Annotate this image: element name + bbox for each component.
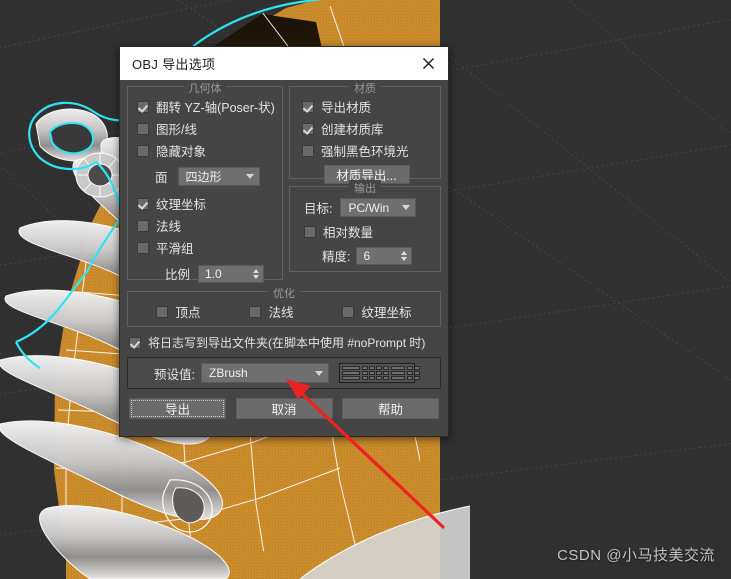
shapes-lines-label: 图形/线 bbox=[156, 123, 197, 137]
precision-row: 精度: 6 bbox=[322, 246, 431, 265]
optimize-group-legend: 优化 bbox=[268, 285, 300, 301]
scale-value: 1.0 bbox=[205, 266, 222, 281]
flip-yz-axis-checkbox[interactable] bbox=[137, 100, 149, 113]
export-button[interactable]: 导出 bbox=[129, 398, 226, 419]
output-group-legend: 输出 bbox=[349, 180, 381, 196]
force-black-ambient-row[interactable]: 强制黑色环境光 bbox=[302, 141, 431, 160]
shapes-lines-checkbox[interactable] bbox=[137, 122, 149, 135]
export-material-checkbox[interactable] bbox=[302, 100, 314, 113]
dialog-title: OBJ 导出选项 bbox=[132, 57, 216, 72]
target-dropdown-value: PC/Win bbox=[348, 200, 390, 215]
faces-dropdown[interactable]: 四边形 bbox=[177, 167, 260, 186]
grid-icon-col-small-a bbox=[361, 366, 389, 380]
texture-coords-label: 纹理坐标 bbox=[156, 198, 207, 212]
dialog-button-row: 导出 取消 帮助 bbox=[127, 398, 441, 419]
faces-dropdown-value: 四边形 bbox=[185, 170, 222, 184]
relative-amount-row[interactable]: 相对数量 bbox=[304, 222, 431, 241]
obj-export-options-dialog: OBJ 导出选项 几何体 翻转 YZ-轴(Poser-状) 图形/线 隐藏对象 … bbox=[119, 46, 449, 437]
precision-label: 精度: bbox=[322, 250, 351, 264]
cancel-button[interactable]: 取消 bbox=[235, 398, 333, 419]
scale-label: 比例 bbox=[165, 268, 191, 282]
dialog-body: 几何体 翻转 YZ-轴(Poser-状) 图形/线 隐藏对象 面 四边形 纹理坐… bbox=[120, 80, 448, 426]
faces-row: 面 四边形 bbox=[155, 167, 273, 186]
smoothing-groups-row[interactable]: 平滑组 bbox=[137, 238, 273, 257]
optimize-normals-label: 法线 bbox=[268, 306, 294, 320]
grid-icon-col-wide bbox=[341, 366, 360, 380]
export-material-row[interactable]: 导出材质 bbox=[302, 97, 431, 116]
material-group-legend: 材质 bbox=[349, 80, 381, 96]
optimize-texture-coords-label: 纹理坐标 bbox=[361, 306, 412, 320]
smoothing-groups-label: 平滑组 bbox=[156, 242, 194, 256]
texture-coords-row[interactable]: 纹理坐标 bbox=[137, 194, 273, 213]
geometry-group-legend: 几何体 bbox=[183, 80, 227, 96]
normals-checkbox[interactable] bbox=[137, 219, 149, 232]
scale-row: 比例 1.0 bbox=[165, 264, 273, 283]
grid-icon-col-small-b bbox=[406, 366, 420, 380]
write-log-row[interactable]: 将日志写到导出文件夹(在脚本中使用 #noPrompt 时) bbox=[129, 334, 440, 351]
preset-label: 预设值: bbox=[154, 367, 195, 382]
hidden-objects-row[interactable]: 隐藏对象 bbox=[137, 141, 273, 160]
normals-row[interactable]: 法线 bbox=[137, 216, 273, 235]
export-material-label: 导出材质 bbox=[321, 101, 372, 115]
top-columns: 几何体 翻转 YZ-轴(Poser-状) 图形/线 隐藏对象 面 四边形 纹理坐… bbox=[127, 80, 441, 283]
dialog-titlebar: OBJ 导出选项 bbox=[120, 47, 448, 80]
relative-amount-checkbox[interactable] bbox=[304, 225, 316, 238]
optimize-normals-checkbox[interactable] bbox=[249, 305, 262, 318]
texture-coords-checkbox[interactable] bbox=[137, 197, 149, 210]
relative-amount-label: 相对数量 bbox=[323, 226, 374, 240]
preset-box: 预设值: ZBrush bbox=[127, 357, 441, 389]
flip-yz-axis-label: 翻转 YZ-轴(Poser-状) bbox=[156, 101, 275, 115]
precision-value: 6 bbox=[363, 248, 371, 263]
shapes-lines-row[interactable]: 图形/线 bbox=[137, 119, 273, 138]
preset-grid-icon[interactable] bbox=[338, 363, 420, 383]
precision-spinner-arrows[interactable] bbox=[401, 250, 408, 261]
help-button[interactable]: 帮助 bbox=[342, 398, 439, 419]
target-label: 目标: bbox=[304, 202, 333, 216]
optimize-normals-row[interactable]: 法线 bbox=[249, 302, 294, 321]
write-log-label: 将日志写到导出文件夹(在脚本中使用 #noPrompt 时) bbox=[148, 336, 426, 350]
chevron-down-icon bbox=[402, 205, 411, 210]
create-mat-library-label: 创建材质库 bbox=[321, 123, 384, 137]
hidden-objects-label: 隐藏对象 bbox=[156, 145, 207, 159]
close-icon[interactable] bbox=[414, 51, 442, 77]
preset-dropdown-value: ZBrush bbox=[208, 366, 248, 380]
material-group: 材质 导出材质 创建材质库 强制黑色环境光 材质导出... bbox=[289, 80, 441, 184]
preset-dropdown[interactable]: ZBrush bbox=[200, 363, 329, 383]
optimize-vertices-checkbox[interactable] bbox=[156, 305, 169, 318]
force-black-ambient-label: 强制黑色环境光 bbox=[321, 145, 409, 159]
force-black-ambient-checkbox[interactable] bbox=[302, 144, 314, 157]
watermark: CSDN @小马技美交流 bbox=[557, 547, 715, 564]
optimize-vertices-row[interactable]: 顶点 bbox=[156, 302, 201, 321]
precision-stepper[interactable]: 6 bbox=[356, 246, 413, 265]
smoothing-groups-checkbox[interactable] bbox=[137, 241, 149, 254]
target-dropdown[interactable]: PC/Win bbox=[340, 198, 417, 217]
flip-yz-axis-row[interactable]: 翻转 YZ-轴(Poser-状) bbox=[137, 97, 275, 116]
chevron-down-icon bbox=[314, 370, 323, 376]
optimize-vertices-label: 顶点 bbox=[175, 306, 201, 320]
target-row: 目标: PC/Win bbox=[304, 198, 431, 217]
chevron-down-icon bbox=[245, 174, 254, 179]
geometry-group: 几何体 翻转 YZ-轴(Poser-状) 图形/线 隐藏对象 面 四边形 纹理坐… bbox=[127, 80, 283, 283]
right-column: 材质 导出材质 创建材质库 强制黑色环境光 材质导出... 输出 目标: PC/… bbox=[289, 80, 441, 280]
optimize-texture-coords-row[interactable]: 纹理坐标 bbox=[342, 302, 412, 321]
write-log-checkbox[interactable] bbox=[129, 336, 141, 349]
scale-stepper[interactable]: 1.0 bbox=[198, 264, 265, 283]
hidden-objects-checkbox[interactable] bbox=[137, 144, 149, 157]
grid-icon-col-med bbox=[390, 366, 405, 380]
optimize-group: 优化 顶点 法线 纹理坐标 bbox=[127, 285, 441, 327]
faces-label: 面 bbox=[155, 171, 168, 185]
output-group: 输出 目标: PC/Win 相对数量 精度: 6 bbox=[289, 180, 441, 272]
normals-label: 法线 bbox=[156, 220, 182, 234]
create-mat-library-row[interactable]: 创建材质库 bbox=[302, 119, 431, 138]
create-mat-library-checkbox[interactable] bbox=[302, 122, 314, 135]
optimize-texture-coords-checkbox[interactable] bbox=[342, 305, 355, 318]
scale-spinner-arrows[interactable] bbox=[253, 268, 260, 279]
